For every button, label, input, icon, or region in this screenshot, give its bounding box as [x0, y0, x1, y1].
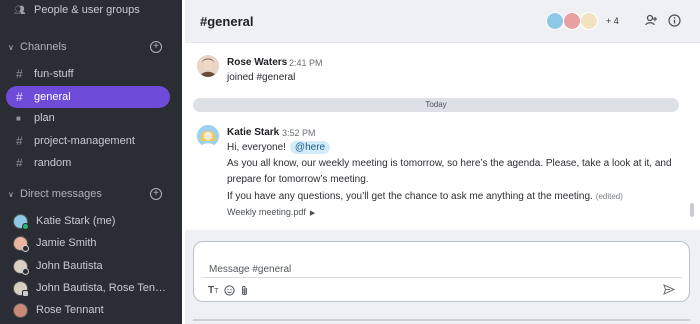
- dm-label: John Bautista, Rose Ten…: [36, 282, 167, 294]
- sidebar-item-project-management[interactable]: # project-management: [0, 130, 182, 152]
- people-icon: 👥︎: [14, 4, 26, 15]
- hash-icon: #: [16, 134, 23, 148]
- composer-area: Message #general TT: [185, 230, 700, 324]
- message-greeting-line: Hi, everyone! @here: [227, 141, 331, 154]
- sidebar-item-dm-john-bautista[interactable]: John Bautista: [0, 255, 182, 277]
- online-status-icon: [22, 222, 29, 230]
- chevron-down-icon: ∨: [8, 189, 14, 199]
- add-member-icon[interactable]: [644, 14, 658, 28]
- scrollbar-thumb[interactable]: [690, 203, 694, 217]
- avatar: [13, 302, 28, 318]
- dm-label: Rose Tennant: [36, 304, 104, 316]
- avatar: [13, 258, 29, 275]
- sidebar-item-plan[interactable]: ■ plan: [0, 107, 182, 129]
- member-avatar[interactable]: [563, 12, 581, 30]
- attachment-name: Weekly meeting.pdf: [227, 207, 306, 217]
- channel-label: fun-stuff: [34, 68, 74, 80]
- dm-label: Katie Stark (me): [36, 215, 116, 227]
- sidebar-item-dm-rose-tennant[interactable]: Rose Tennant: [0, 299, 182, 321]
- people-user-groups-label: People & user groups: [34, 4, 140, 16]
- attachment-link[interactable]: Weekly meeting.pdf ▶: [227, 207, 315, 217]
- channel-label: project-management: [34, 135, 135, 147]
- hash-icon: #: [16, 67, 23, 81]
- emoji-icon[interactable]: [224, 285, 235, 299]
- mention-here[interactable]: @here: [289, 141, 331, 154]
- message-composer[interactable]: Message #general TT: [193, 241, 690, 302]
- message-text: joined #general: [227, 72, 296, 83]
- sidebar: 👥︎ People & user groups ∨ Channels + # f…: [0, 0, 182, 324]
- add-channel-icon[interactable]: +: [150, 41, 162, 53]
- message-text: prepare for tomorrow’s meeting.: [227, 174, 369, 185]
- offline-status-icon: [22, 244, 29, 252]
- add-direct-message-icon[interactable]: +: [150, 188, 162, 200]
- message-input[interactable]: Message #general: [209, 264, 291, 275]
- dm-label: John Bautista: [36, 260, 103, 272]
- channels-section-label: Channels: [20, 41, 67, 53]
- chevron-down-icon: ∨: [8, 42, 14, 52]
- hash-icon: #: [16, 156, 23, 170]
- member-overflow-count[interactable]: + 4: [606, 16, 619, 26]
- avatar: [13, 213, 29, 230]
- composer-bottom-line: [193, 319, 690, 321]
- direct-messages-section-header[interactable]: ∨ Direct messages +: [0, 183, 182, 205]
- avatar: [13, 235, 29, 252]
- member-avatar[interactable]: [546, 12, 564, 30]
- member-avatar[interactable]: [580, 12, 598, 30]
- send-icon[interactable]: [663, 284, 676, 298]
- avatar[interactable]: [197, 55, 219, 77]
- sidebar-item-general[interactable]: # general: [6, 86, 170, 108]
- date-divider: Today: [193, 98, 679, 112]
- message-sender[interactable]: Katie Stark: [227, 127, 279, 138]
- message-text: Hi, everyone!: [227, 142, 286, 153]
- expand-arrow-icon[interactable]: ▶: [310, 210, 315, 217]
- avatar: [13, 280, 29, 297]
- avatar[interactable]: [197, 125, 219, 147]
- direct-messages-section-label: Direct messages: [20, 188, 102, 200]
- channels-section-header[interactable]: ∨ Channels +: [0, 36, 182, 58]
- channel-label: random: [34, 157, 72, 169]
- channel-label: general: [34, 91, 71, 103]
- sidebar-item-dm-katie-stark[interactable]: Katie Stark (me): [0, 210, 182, 232]
- attachment-icon[interactable]: [240, 285, 249, 300]
- hash-icon: #: [16, 90, 23, 104]
- group-badge-icon: [22, 289, 29, 297]
- channel-title: #general: [200, 14, 254, 29]
- sidebar-item-random[interactable]: # random: [0, 152, 182, 174]
- channel-label: plan: [34, 112, 55, 124]
- offline-status-icon: [22, 267, 29, 275]
- info-icon[interactable]: [667, 14, 681, 28]
- channel-header: #general + 4: [185, 0, 700, 43]
- composer-divider: [202, 277, 682, 278]
- message-text: If you have any questions, you’ll get th…: [227, 191, 593, 202]
- message-text: As you all know, our weekly meeting is t…: [227, 158, 672, 169]
- people-user-groups-item[interactable]: 👥︎ People & user groups: [0, 0, 182, 21]
- message-sender[interactable]: Rose Waters: [227, 57, 287, 68]
- main-panel: #general + 4 Rose Waters 2:41 PM joined …: [185, 0, 700, 324]
- edited-label: (edited): [595, 192, 623, 201]
- text-format-icon[interactable]: TT: [208, 285, 218, 296]
- message-last-line: If you have any questions, you’ll get th…: [227, 191, 623, 202]
- message-time: 2:41 PM: [289, 58, 323, 68]
- lock-icon: ■: [16, 113, 21, 123]
- sidebar-item-dm-jamie-smith[interactable]: Jamie Smith: [0, 232, 182, 254]
- dm-label: Jamie Smith: [36, 237, 97, 249]
- sidebar-item-fun-stuff[interactable]: # fun-stuff: [0, 63, 182, 85]
- sidebar-item-dm-group[interactable]: John Bautista, Rose Ten…: [0, 277, 182, 299]
- message-time: 3:52 PM: [282, 128, 316, 138]
